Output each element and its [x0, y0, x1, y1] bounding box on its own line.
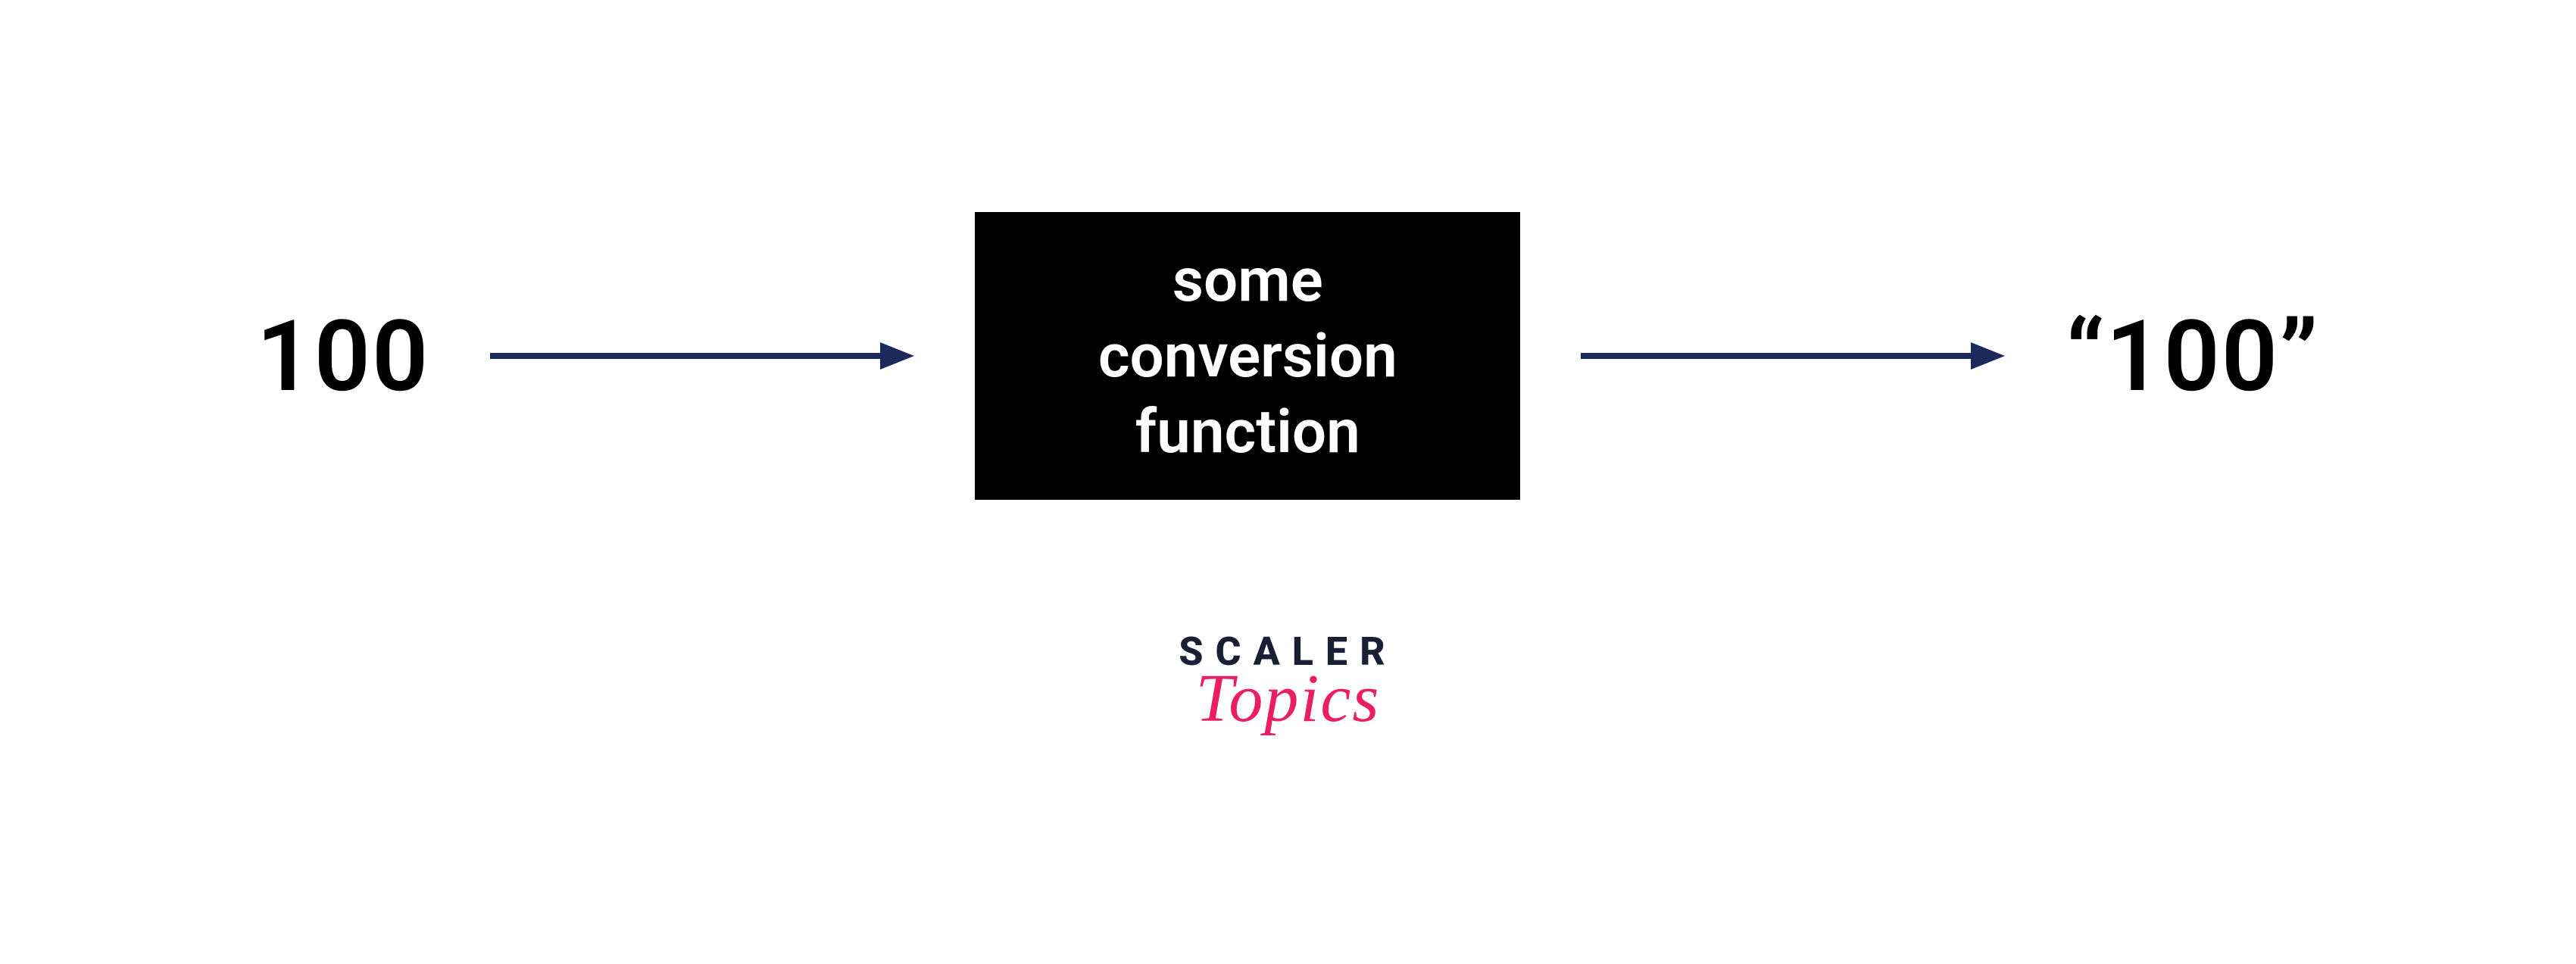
arrow-icon [490, 333, 914, 379]
box-text-line1: some [1051, 242, 1444, 318]
arrow-right [1581, 333, 2005, 379]
conversion-diagram: 100 some conversion function “100” [0, 212, 2576, 500]
input-value: 100 [256, 298, 429, 414]
logo-text-topics: Topics [1179, 660, 1397, 738]
output-value: “100” [2065, 298, 2319, 414]
box-text-line2: conversion [1051, 318, 1444, 394]
conversion-function-box: some conversion function [975, 212, 1520, 500]
scaler-topics-logo: SCALER Topics [1179, 629, 1397, 738]
arrow-left [490, 333, 914, 379]
arrow-icon [1581, 333, 2005, 379]
box-text-line3: function [1051, 394, 1444, 470]
